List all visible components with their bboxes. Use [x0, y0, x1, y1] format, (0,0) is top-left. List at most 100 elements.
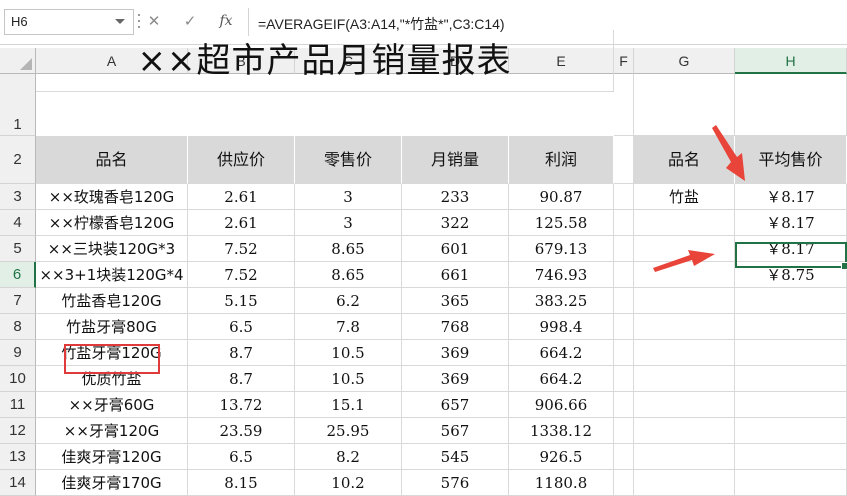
- product-name-cell[interactable]: ××三块装120G*3: [36, 236, 188, 262]
- cell-empty[interactable]: [634, 210, 735, 236]
- product-name-cell[interactable]: 竹盐牙膏80G: [36, 314, 188, 340]
- product-name-cell[interactable]: 竹盐牙膏120G: [36, 340, 188, 366]
- cell-empty[interactable]: [614, 74, 634, 136]
- number-cell[interactable]: 2.61: [188, 210, 295, 236]
- cell-empty[interactable]: [614, 366, 634, 392]
- number-cell[interactable]: 661: [402, 262, 509, 288]
- number-cell[interactable]: 768: [402, 314, 509, 340]
- number-cell[interactable]: 8.15: [188, 470, 295, 496]
- product-name-cell[interactable]: ××3+1块装120G*4: [36, 262, 188, 288]
- side-heading-cell[interactable]: 平均售价: [735, 136, 847, 184]
- number-cell[interactable]: 1180.8: [509, 470, 614, 496]
- row-header-5[interactable]: 5: [0, 236, 36, 262]
- number-cell[interactable]: 1338.12: [509, 418, 614, 444]
- row-header-7[interactable]: 7: [0, 288, 36, 314]
- column-header-h[interactable]: H: [735, 48, 847, 74]
- cell-empty[interactable]: [614, 470, 634, 496]
- row-header-14[interactable]: 14: [0, 470, 36, 496]
- cell-empty[interactable]: [634, 444, 735, 470]
- cell-empty[interactable]: [634, 262, 735, 288]
- product-name-cell[interactable]: 优质竹盐: [36, 366, 188, 392]
- number-cell[interactable]: 576: [402, 470, 509, 496]
- cell-empty[interactable]: [735, 444, 847, 470]
- number-cell[interactable]: 7.52: [188, 262, 295, 288]
- cell-empty[interactable]: [614, 262, 634, 288]
- number-cell[interactable]: 369: [402, 366, 509, 392]
- column-heading-cell[interactable]: 品名: [36, 136, 188, 184]
- cell-empty[interactable]: [614, 314, 634, 340]
- row-header-3[interactable]: 3: [0, 184, 36, 210]
- row-header-1[interactable]: 1: [0, 74, 36, 136]
- number-cell[interactable]: 6.5: [188, 444, 295, 470]
- column-heading-cell[interactable]: 利润: [509, 136, 614, 184]
- number-cell[interactable]: 322: [402, 210, 509, 236]
- criteria-name-cell[interactable]: 竹盐: [634, 184, 735, 210]
- number-cell[interactable]: 7.8: [295, 314, 402, 340]
- cell-empty[interactable]: [614, 236, 634, 262]
- number-cell[interactable]: 8.7: [188, 340, 295, 366]
- product-name-cell[interactable]: ××牙膏120G: [36, 418, 188, 444]
- number-cell[interactable]: 5.15: [188, 288, 295, 314]
- row-header-9[interactable]: 9: [0, 340, 36, 366]
- number-cell[interactable]: 746.93: [509, 262, 614, 288]
- cell-empty[interactable]: [634, 418, 735, 444]
- cell-empty[interactable]: [735, 366, 847, 392]
- number-cell[interactable]: 664.2: [509, 340, 614, 366]
- cell-empty[interactable]: [634, 314, 735, 340]
- number-cell[interactable]: 23.59: [188, 418, 295, 444]
- number-cell[interactable]: 369: [402, 340, 509, 366]
- number-cell[interactable]: 25.95: [295, 418, 402, 444]
- number-cell[interactable]: 545: [402, 444, 509, 470]
- column-heading-cell[interactable]: 零售价: [295, 136, 402, 184]
- select-all-corner[interactable]: [0, 48, 36, 74]
- average-price-cell[interactable]: ￥8.17: [735, 184, 847, 210]
- cell-empty[interactable]: [735, 340, 847, 366]
- row-header-13[interactable]: 13: [0, 444, 36, 470]
- row-header-2[interactable]: 2: [0, 136, 36, 184]
- cell-empty[interactable]: [634, 74, 735, 136]
- insert-function-icon[interactable]: fx: [212, 10, 240, 32]
- cell-empty[interactable]: [614, 340, 634, 366]
- number-cell[interactable]: 926.5: [509, 444, 614, 470]
- product-name-cell[interactable]: ××玫瑰香皂120G: [36, 184, 188, 210]
- cell-empty[interactable]: [614, 184, 634, 210]
- number-cell[interactable]: 664.2: [509, 366, 614, 392]
- average-price-cell[interactable]: ￥8.75: [735, 262, 847, 288]
- number-cell[interactable]: 7.52: [188, 236, 295, 262]
- number-cell[interactable]: 125.58: [509, 210, 614, 236]
- column-header-f[interactable]: F: [614, 48, 634, 74]
- number-cell[interactable]: 998.4: [509, 314, 614, 340]
- number-cell[interactable]: 906.66: [509, 392, 614, 418]
- cell-empty[interactable]: [614, 444, 634, 470]
- cancel-icon[interactable]: ✕: [140, 10, 168, 32]
- column-heading-cell[interactable]: 月销量: [402, 136, 509, 184]
- row-header-4[interactable]: 4: [0, 210, 36, 236]
- number-cell[interactable]: 13.72: [188, 392, 295, 418]
- cell-empty[interactable]: [735, 392, 847, 418]
- cell-empty[interactable]: [634, 340, 735, 366]
- cell-empty[interactable]: [735, 470, 847, 496]
- cell-empty[interactable]: [735, 418, 847, 444]
- number-cell[interactable]: 567: [402, 418, 509, 444]
- number-cell[interactable]: 679.13: [509, 236, 614, 262]
- cell-empty[interactable]: [614, 392, 634, 418]
- number-cell[interactable]: 8.2: [295, 444, 402, 470]
- cell-empty[interactable]: [634, 288, 735, 314]
- number-cell[interactable]: 8.65: [295, 262, 402, 288]
- enter-icon[interactable]: ✓: [176, 10, 204, 32]
- number-cell[interactable]: 8.65: [295, 236, 402, 262]
- cell-empty[interactable]: [735, 314, 847, 340]
- cell-empty[interactable]: [634, 470, 735, 496]
- number-cell[interactable]: 15.1: [295, 392, 402, 418]
- product-name-cell[interactable]: 佳爽牙膏120G: [36, 444, 188, 470]
- number-cell[interactable]: 10.5: [295, 366, 402, 392]
- cell-empty[interactable]: [614, 418, 634, 444]
- cell-empty[interactable]: [634, 236, 735, 262]
- row-header-11[interactable]: 11: [0, 392, 36, 418]
- number-cell[interactable]: 90.87: [509, 184, 614, 210]
- number-cell[interactable]: 657: [402, 392, 509, 418]
- number-cell[interactable]: 3: [295, 210, 402, 236]
- number-cell[interactable]: 365: [402, 288, 509, 314]
- number-cell[interactable]: 3: [295, 184, 402, 210]
- number-cell[interactable]: 10.5: [295, 340, 402, 366]
